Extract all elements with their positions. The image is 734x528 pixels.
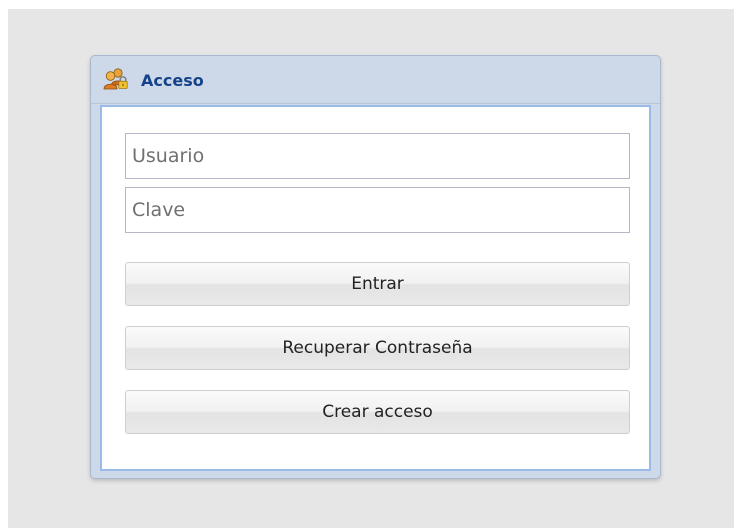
recover-password-button[interactable]: Recuperar Contraseña	[125, 326, 630, 370]
login-button[interactable]: Entrar	[125, 262, 630, 306]
login-panel: Acceso Entrar Recuperar Contraseña Crear…	[90, 55, 661, 479]
panel-header: Acceso	[91, 56, 660, 104]
panel-body: Entrar Recuperar Contraseña Crear acceso	[100, 105, 651, 471]
create-access-button[interactable]: Crear acceso	[125, 390, 630, 434]
users-lock-icon	[103, 67, 129, 91]
panel-title: Acceso	[141, 71, 204, 90]
password-input[interactable]	[125, 187, 630, 233]
username-input[interactable]	[125, 133, 630, 179]
